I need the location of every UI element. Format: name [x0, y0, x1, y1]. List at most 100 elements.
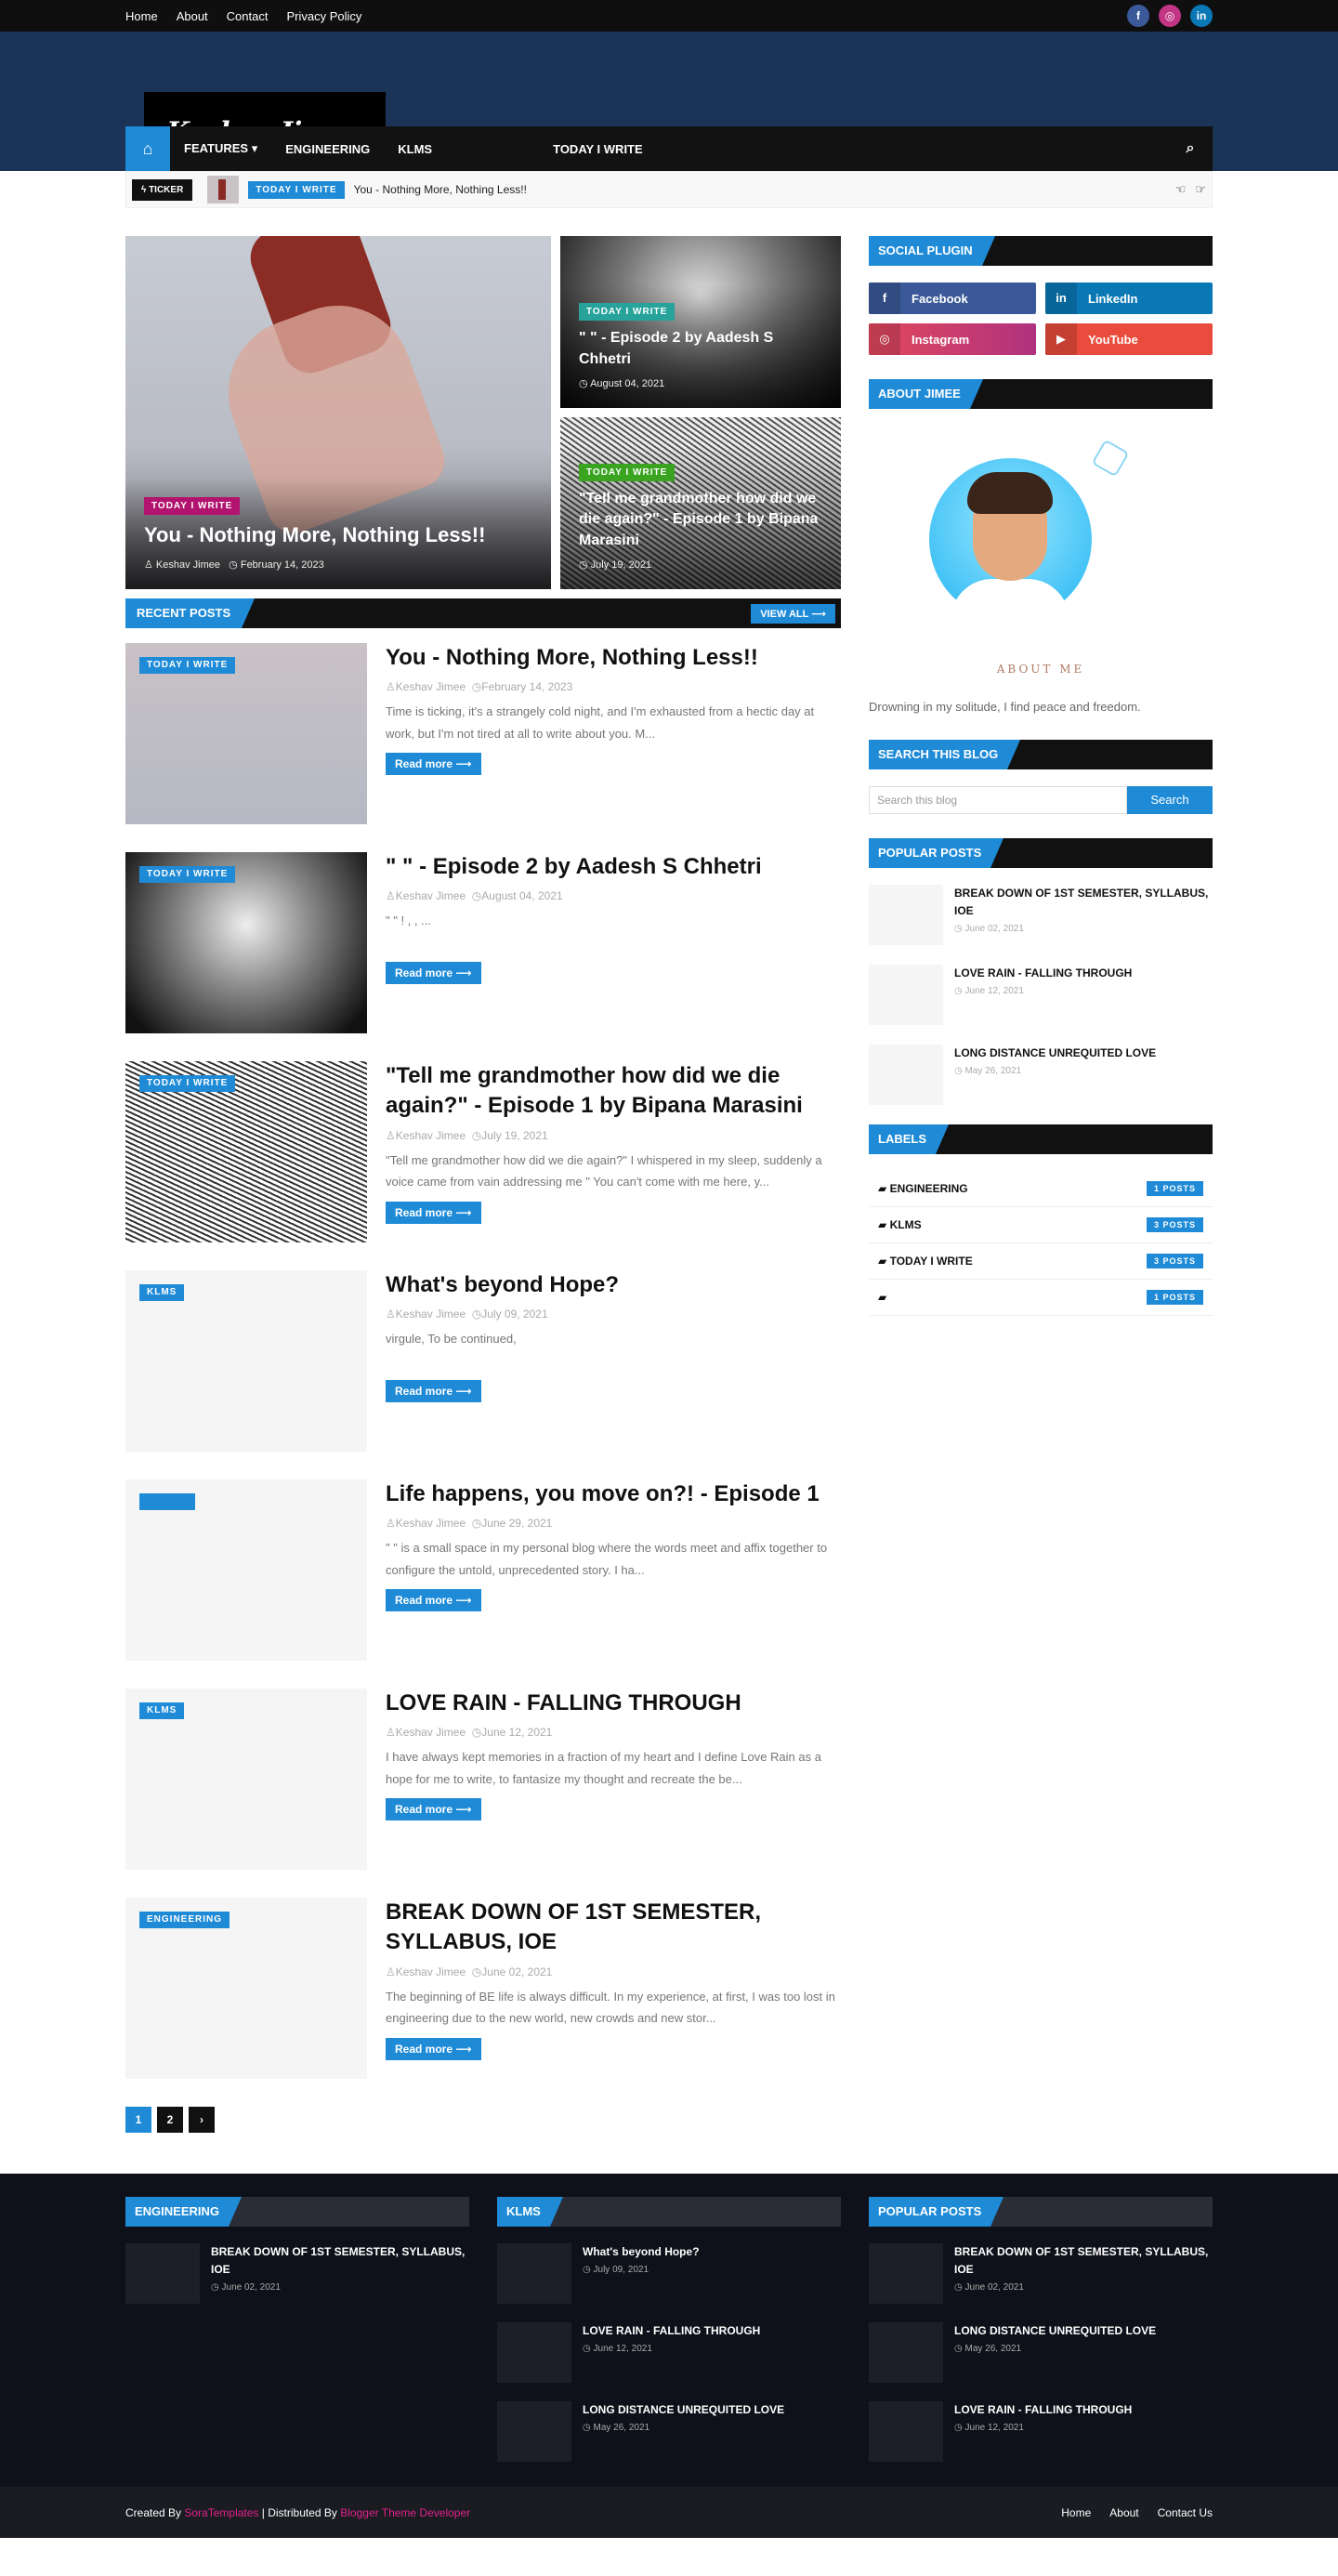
- post-title[interactable]: Life happens, you move on?! - Episode 1: [386, 1479, 841, 1509]
- post-badge[interactable]: TODAY I WRITE: [139, 1075, 236, 1092]
- popular-post-thumbnail[interactable]: [869, 965, 943, 1025]
- read-more-button[interactable]: Read more ⟶: [386, 962, 481, 985]
- next-page-icon[interactable]: ›: [189, 2107, 215, 2133]
- footer-post-thumbnail[interactable]: [869, 2243, 943, 2304]
- home-icon[interactable]: ⌂: [125, 126, 170, 171]
- featured-big[interactable]: TODAY I WRITE You - Nothing More, Nothin…: [125, 236, 551, 589]
- bottom-menu-contact[interactable]: Contact Us: [1158, 2506, 1213, 2519]
- bottom-menu-home[interactable]: Home: [1061, 2506, 1091, 2519]
- ticker-prev-icon[interactable]: ☜: [1175, 182, 1187, 197]
- page-2[interactable]: 2: [157, 2107, 183, 2133]
- bottom-menu-about[interactable]: About: [1109, 2506, 1138, 2519]
- popular-post-title[interactable]: LONG DISTANCE UNREQUITED LOVE: [954, 1045, 1156, 1062]
- post-title[interactable]: You - Nothing More, Nothing Less!!: [386, 643, 841, 673]
- popular-post-title[interactable]: LOVE RAIN - FALLING THROUGH: [954, 965, 1132, 982]
- linkedin-icon[interactable]: in: [1190, 5, 1213, 27]
- post-title[interactable]: " " - Episode 2 by Aadesh S Chhetri: [386, 852, 841, 882]
- featured-small-1[interactable]: TODAY I WRITE " " - Episode 2 by Aadesh …: [560, 236, 841, 408]
- credit-blogger-link[interactable]: Blogger Theme Developer: [340, 2506, 470, 2519]
- footer-post-item[interactable]: LONG DISTANCE UNREQUITED LOVE ◷ May 26, …: [869, 2322, 1213, 2387]
- featured-small-2[interactable]: TODAY I WRITE "Tell me grandmother how d…: [560, 417, 841, 589]
- footer-post-thumbnail[interactable]: [497, 2243, 571, 2304]
- featured-small-1-badge[interactable]: TODAY I WRITE: [579, 303, 676, 322]
- post-title[interactable]: "Tell me grandmother how did we die agai…: [386, 1061, 841, 1122]
- top-menu-privacy[interactable]: Privacy Policy: [286, 9, 361, 23]
- popular-post-item[interactable]: LONG DISTANCE UNREQUITED LOVE ◷ May 26, …: [869, 1045, 1213, 1110]
- instagram-icon[interactable]: ◎: [1159, 5, 1181, 27]
- instagram-button[interactable]: ◎ Instagram: [869, 323, 1036, 355]
- label-item[interactable]: ▰ KLMS 3 POSTS: [869, 1207, 1213, 1243]
- footer-post-thumbnail[interactable]: [125, 2243, 200, 2304]
- credit-sora-link[interactable]: SoraTemplates: [184, 2506, 258, 2519]
- post-thumbnail[interactable]: KLMS: [125, 1270, 367, 1452]
- popular-post-thumbnail[interactable]: [869, 1045, 943, 1105]
- post-badge[interactable]: TODAY I WRITE: [139, 657, 236, 674]
- featured-small-2-title[interactable]: "Tell me grandmother how did we die agai…: [579, 489, 822, 551]
- footer-post-title[interactable]: LOVE RAIN - FALLING THROUGH: [583, 2322, 760, 2340]
- post-badge[interactable]: KLMS: [139, 1702, 185, 1719]
- post-badge[interactable]: TODAY I WRITE: [139, 866, 236, 883]
- facebook-icon[interactable]: f: [1127, 5, 1149, 27]
- search-icon[interactable]: ⌕: [1168, 140, 1213, 157]
- footer-post-thumbnail[interactable]: [497, 2401, 571, 2462]
- read-more-button[interactable]: Read more ⟶: [386, 1798, 481, 1821]
- footer-post-thumbnail[interactable]: [869, 2322, 943, 2383]
- page-1[interactable]: 1: [125, 2107, 151, 2133]
- popular-post-item[interactable]: BREAK DOWN OF 1ST SEMESTER, SYLLABUS, IO…: [869, 885, 1213, 950]
- post-title[interactable]: BREAK DOWN OF 1ST SEMESTER, SYLLABUS, IO…: [386, 1898, 841, 1958]
- post-title[interactable]: What's beyond Hope?: [386, 1270, 841, 1300]
- footer-post-item[interactable]: LOVE RAIN - FALLING THROUGH ◷ June 12, 2…: [869, 2401, 1213, 2466]
- post-thumbnail[interactable]: TODAY I WRITE: [125, 643, 367, 824]
- nav-today-i-write[interactable]: TODAY I WRITE: [539, 142, 657, 156]
- footer-post-item[interactable]: What's beyond Hope? ◷ July 09, 2021: [497, 2243, 841, 2308]
- nav-features[interactable]: FEATURES ▾: [170, 141, 271, 156]
- read-more-button[interactable]: Read more ⟶: [386, 1201, 481, 1224]
- featured-small-1-title[interactable]: " " - Episode 2 by Aadesh S Chhetri: [579, 328, 822, 370]
- search-input[interactable]: Search this blog: [869, 786, 1127, 814]
- post-thumbnail[interactable]: [125, 1479, 367, 1661]
- popular-post-item[interactable]: LOVE RAIN - FALLING THROUGH ◷ June 12, 2…: [869, 965, 1213, 1030]
- featured-title[interactable]: You - Nothing More, Nothing Less!!: [144, 522, 532, 549]
- top-menu-home[interactable]: Home: [125, 9, 158, 23]
- ticker-title[interactable]: You - Nothing More, Nothing Less!!: [354, 183, 527, 196]
- top-menu-about[interactable]: About: [177, 9, 208, 23]
- post-thumbnail[interactable]: KLMS: [125, 1689, 367, 1870]
- youtube-button[interactable]: ▶ YouTube: [1045, 323, 1213, 355]
- ticker-badge[interactable]: TODAY I WRITE: [248, 180, 345, 199]
- read-more-button[interactable]: Read more ⟶: [386, 1380, 481, 1403]
- read-more-button[interactable]: Read more ⟶: [386, 753, 481, 776]
- read-more-button[interactable]: Read more ⟶: [386, 1589, 481, 1612]
- post-badge[interactable]: ENGINEERING: [139, 1912, 230, 1928]
- post-thumbnail[interactable]: TODAY I WRITE: [125, 1061, 367, 1242]
- footer-post-title[interactable]: LONG DISTANCE UNREQUITED LOVE: [583, 2401, 784, 2419]
- label-item[interactable]: ▰ TODAY I WRITE 3 POSTS: [869, 1243, 1213, 1280]
- popular-post-thumbnail[interactable]: [869, 885, 943, 945]
- featured-small-2-badge[interactable]: TODAY I WRITE: [579, 463, 676, 481]
- footer-post-item[interactable]: LONG DISTANCE UNREQUITED LOVE ◷ May 26, …: [497, 2401, 841, 2466]
- nav-engineering[interactable]: ENGINEERING: [271, 142, 384, 156]
- nav-klms[interactable]: KLMS: [384, 142, 446, 156]
- linkedin-button[interactable]: in LinkedIn: [1045, 283, 1213, 314]
- footer-post-title[interactable]: BREAK DOWN OF 1ST SEMESTER, SYLLABUS, IO…: [954, 2243, 1213, 2279]
- read-more-button[interactable]: Read more ⟶: [386, 2037, 481, 2060]
- ticker-thumbnail[interactable]: [207, 176, 240, 204]
- ticker-next-icon[interactable]: ☞: [1195, 182, 1206, 197]
- featured-badge[interactable]: TODAY I WRITE: [144, 497, 241, 516]
- footer-post-item[interactable]: BREAK DOWN OF 1ST SEMESTER, SYLLABUS, IO…: [125, 2243, 469, 2308]
- footer-post-item[interactable]: BREAK DOWN OF 1ST SEMESTER, SYLLABUS, IO…: [869, 2243, 1213, 2308]
- footer-post-title[interactable]: BREAK DOWN OF 1ST SEMESTER, SYLLABUS, IO…: [211, 2243, 469, 2279]
- footer-post-title[interactable]: LONG DISTANCE UNREQUITED LOVE: [954, 2322, 1156, 2340]
- post-title[interactable]: LOVE RAIN - FALLING THROUGH: [386, 1689, 841, 1718]
- footer-post-title[interactable]: What's beyond Hope?: [583, 2243, 700, 2261]
- label-item[interactable]: ▰ 1 POSTS: [869, 1280, 1213, 1316]
- search-button[interactable]: Search: [1127, 786, 1213, 814]
- post-thumbnail[interactable]: ENGINEERING: [125, 1898, 367, 2079]
- post-thumbnail[interactable]: TODAY I WRITE: [125, 852, 367, 1033]
- top-menu-contact[interactable]: Contact: [227, 9, 269, 23]
- popular-post-title[interactable]: BREAK DOWN OF 1ST SEMESTER, SYLLABUS, IO…: [954, 885, 1213, 920]
- footer-post-item[interactable]: LOVE RAIN - FALLING THROUGH ◷ June 12, 2…: [497, 2322, 841, 2387]
- footer-post-thumbnail[interactable]: [497, 2322, 571, 2383]
- post-badge[interactable]: KLMS: [139, 1284, 185, 1301]
- footer-post-thumbnail[interactable]: [869, 2401, 943, 2462]
- label-item[interactable]: ▰ ENGINEERING 1 POSTS: [869, 1171, 1213, 1207]
